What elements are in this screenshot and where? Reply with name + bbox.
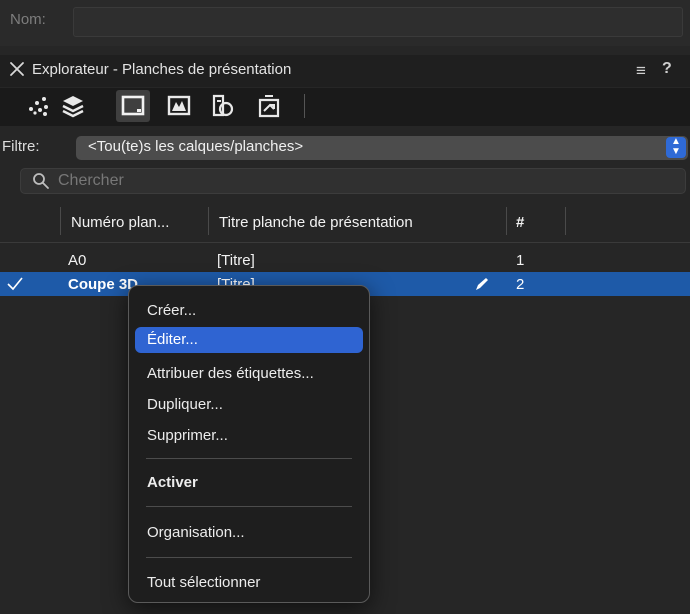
name-label: Nom: <box>10 11 46 28</box>
header-divider <box>0 242 690 243</box>
checkmark-icon <box>7 277 23 291</box>
menu-item-edit[interactable]: Éditer... <box>147 331 198 348</box>
menu-item-duplicate[interactable]: Dupliquer... <box>147 396 223 413</box>
column-header-title[interactable]: Titre planche de présentation <box>219 214 413 231</box>
menu-icon[interactable]: ≡ <box>636 61 646 81</box>
column-divider[interactable] <box>506 207 507 235</box>
resources-icon[interactable] <box>206 90 240 122</box>
menu-item-activate[interactable]: Activer <box>147 474 198 491</box>
row-order-cell[interactable]: 1 <box>516 252 524 269</box>
layers-icon[interactable] <box>56 90 90 122</box>
close-icon[interactable] <box>8 60 26 78</box>
toolbar-separator <box>304 94 305 118</box>
menu-item-create[interactable]: Créer... <box>147 302 196 319</box>
column-header-order[interactable]: # <box>516 214 524 231</box>
row-title-cell[interactable]: [Titre] <box>217 252 255 269</box>
viewports-icon[interactable] <box>162 90 196 122</box>
column-divider[interactable] <box>565 207 566 235</box>
menu-item-organization[interactable]: Organisation... <box>147 524 245 541</box>
menu-item-select-all[interactable]: Tout sélectionner <box>147 574 260 591</box>
name-input[interactable] <box>73 7 683 37</box>
row-number-cell[interactable]: A0 <box>68 252 86 269</box>
menu-item-delete[interactable]: Supprimer... <box>147 427 228 444</box>
menu-separator <box>146 557 352 558</box>
chevron-updown-icon[interactable]: ▲ ▼ <box>666 137 686 158</box>
column-divider[interactable] <box>208 207 209 235</box>
filter-label: Filtre: <box>2 138 40 155</box>
column-divider[interactable] <box>60 207 61 235</box>
row-order-cell[interactable]: 2 <box>516 276 524 293</box>
row-number-cell[interactable]: Coupe 3D <box>68 276 138 293</box>
search-input[interactable] <box>58 169 658 193</box>
symbols-icon[interactable] <box>252 90 286 122</box>
column-header-number[interactable]: Numéro plan... <box>71 214 169 231</box>
sheet-layer-icon[interactable] <box>116 90 150 122</box>
menu-separator <box>146 506 352 507</box>
help-icon[interactable]: ? <box>662 60 672 78</box>
classes-icon[interactable] <box>22 90 56 122</box>
search-icon <box>33 173 49 189</box>
palette-title: Explorateur - Planches de présentation <box>32 61 292 78</box>
pencil-icon[interactable] <box>474 276 490 292</box>
menu-item-assign-tags[interactable]: Attribuer des étiquettes... <box>147 365 314 382</box>
menu-separator <box>146 458 352 459</box>
filter-value: <Tou(te)s les calques/planches> <box>88 138 304 155</box>
toolbar <box>0 88 690 126</box>
